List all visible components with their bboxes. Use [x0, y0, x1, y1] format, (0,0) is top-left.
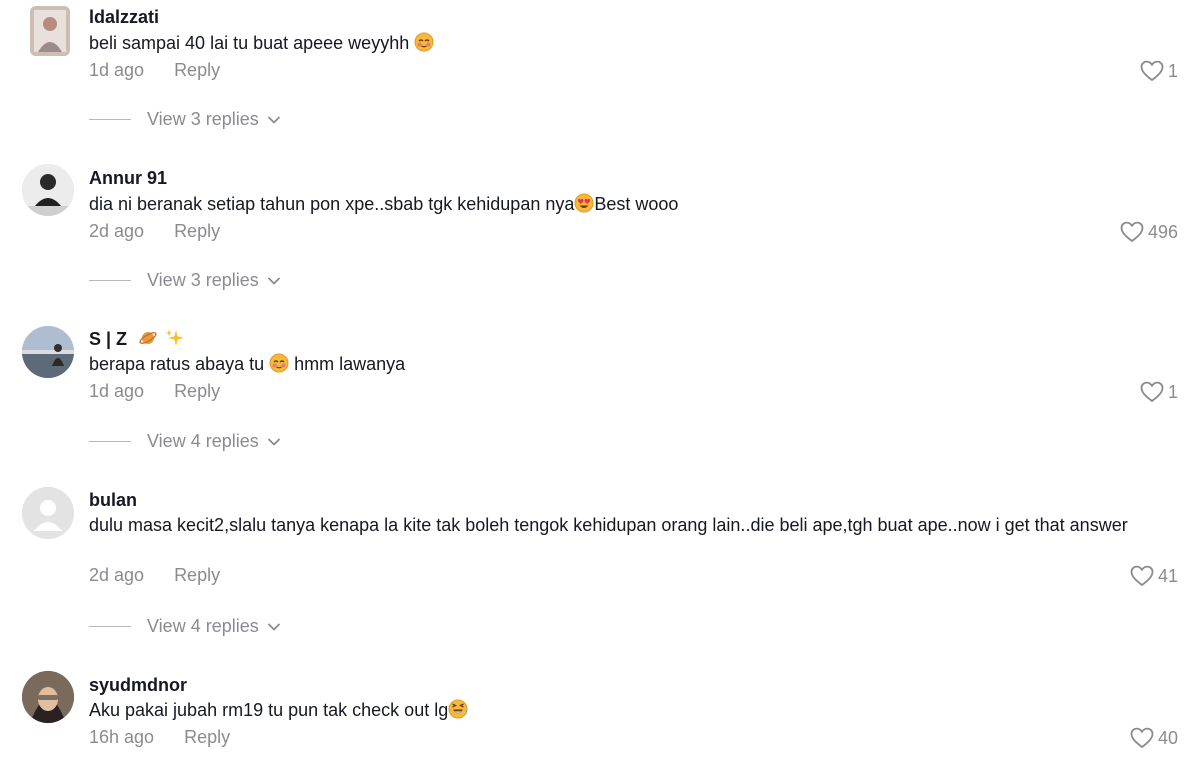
heart-outline-icon: [1140, 60, 1164, 82]
heart-outline-icon: [1140, 381, 1164, 403]
comment-username[interactable]: ldalzzati: [89, 7, 159, 28]
heart-outline-icon: [1130, 565, 1154, 587]
avatar[interactable]: [22, 164, 74, 216]
comment-timestamp: 1d ago: [89, 60, 145, 80]
chevron-down-icon: [267, 270, 281, 291]
like-count: 1: [1167, 60, 1178, 81]
like-count: 40: [1157, 727, 1178, 748]
heart-outline-icon: [1120, 221, 1144, 243]
reply-button[interactable]: Reply: [184, 727, 230, 747]
comment-text: dulu masa kecit2,slalu tanya kenapa la k…: [89, 515, 1128, 535]
comment-text-content: dia ni beranak setiap tahun pon xpe..sba…: [89, 194, 575, 214]
replies-divider: [89, 119, 131, 120]
comment-meta: 1d ago Reply: [89, 60, 220, 81]
avatar[interactable]: [22, 326, 74, 378]
view-replies-button[interactable]: View 4 replies: [89, 431, 281, 452]
comment-timestamp: 2d ago: [89, 565, 145, 585]
replies-divider: [89, 441, 131, 442]
avatar-image: [22, 671, 74, 723]
sparkles-emoji-icon: [165, 328, 185, 353]
view-replies-label: View 3 replies: [147, 109, 259, 129]
replies-divider: [89, 626, 131, 627]
view-replies-button[interactable]: View 4 replies: [89, 616, 281, 637]
comment-text: beli sampai 40 lai tu buat apeee weyyhh: [89, 31, 1149, 58]
view-replies-label: View 4 replies: [147, 431, 259, 451]
comment-text: berapa ratus abaya tu hmm lawanya: [89, 352, 1149, 379]
like-count: 496: [1147, 221, 1178, 242]
like-count: 41: [1157, 565, 1178, 586]
comment-text-content: Aku pakai jubah rm19 tu pun tak check ou…: [89, 700, 449, 720]
comment-timestamp: 2d ago: [89, 221, 145, 241]
view-replies-label: View 4 replies: [147, 616, 259, 636]
view-replies-button[interactable]: View 3 replies: [89, 109, 281, 130]
planet-emoji-icon: [138, 328, 158, 353]
chevron-down-icon: [267, 616, 281, 637]
comment-text-tail: hmm lawanya: [289, 354, 406, 374]
avatar[interactable]: [22, 487, 74, 539]
heart-outline-icon: [1130, 727, 1154, 749]
comment-meta: 1d ago Reply: [89, 381, 220, 402]
like-button[interactable]: 1: [1140, 60, 1178, 82]
chevron-down-icon: [267, 109, 281, 130]
comment-username[interactable]: syudmdnor: [89, 675, 187, 696]
heart-eyes-emoji-icon: [574, 193, 594, 219]
like-button[interactable]: 41: [1130, 565, 1178, 587]
comment-meta: 2d ago Reply: [89, 221, 220, 242]
like-button[interactable]: 1: [1140, 381, 1178, 403]
relieved-face-emoji-icon: [414, 32, 434, 58]
relieved-face-emoji-icon: [269, 353, 289, 379]
reply-button[interactable]: Reply: [174, 221, 220, 241]
like-button[interactable]: 496: [1120, 221, 1178, 243]
comment-meta: 16h ago Reply: [89, 727, 230, 748]
reply-button[interactable]: Reply: [174, 381, 220, 401]
default-avatar-icon: [22, 487, 74, 539]
comment-text-content: beli sampai 40 lai tu buat apeee weyyhh: [89, 33, 410, 53]
comment-text: Aku pakai jubah rm19 tu pun tak check ou…: [89, 698, 1149, 725]
comment-text-tail: Best wooo: [594, 194, 679, 214]
avatar-image: [22, 326, 74, 378]
chevron-down-icon: [267, 431, 281, 452]
reply-button[interactable]: Reply: [174, 60, 220, 80]
comment-username[interactable]: S | Z: [89, 328, 185, 353]
comment-username[interactable]: Annur 91: [89, 168, 167, 189]
comment-username[interactable]: bulan: [89, 490, 137, 511]
comment-text: dia ni beranak setiap tahun pon xpe..sba…: [89, 192, 1149, 219]
avatar-image: [22, 164, 74, 216]
laughing-tears-emoji-icon: [448, 699, 468, 725]
replies-divider: [89, 280, 131, 281]
comment-username-text: S | Z: [89, 329, 128, 349]
avatar-image: [30, 6, 70, 56]
reply-button[interactable]: Reply: [174, 565, 220, 585]
avatar[interactable]: [30, 6, 70, 56]
view-replies-button[interactable]: View 3 replies: [89, 270, 281, 291]
view-replies-label: View 3 replies: [147, 270, 259, 290]
avatar[interactable]: [22, 671, 74, 723]
comment-meta: 2d ago Reply: [89, 565, 220, 586]
comment-text-content: berapa ratus abaya tu: [89, 354, 265, 374]
like-button[interactable]: 40: [1130, 727, 1178, 749]
like-count: 1: [1167, 381, 1178, 402]
comment-timestamp: 1d ago: [89, 381, 145, 401]
comment-timestamp: 16h ago: [89, 727, 155, 747]
